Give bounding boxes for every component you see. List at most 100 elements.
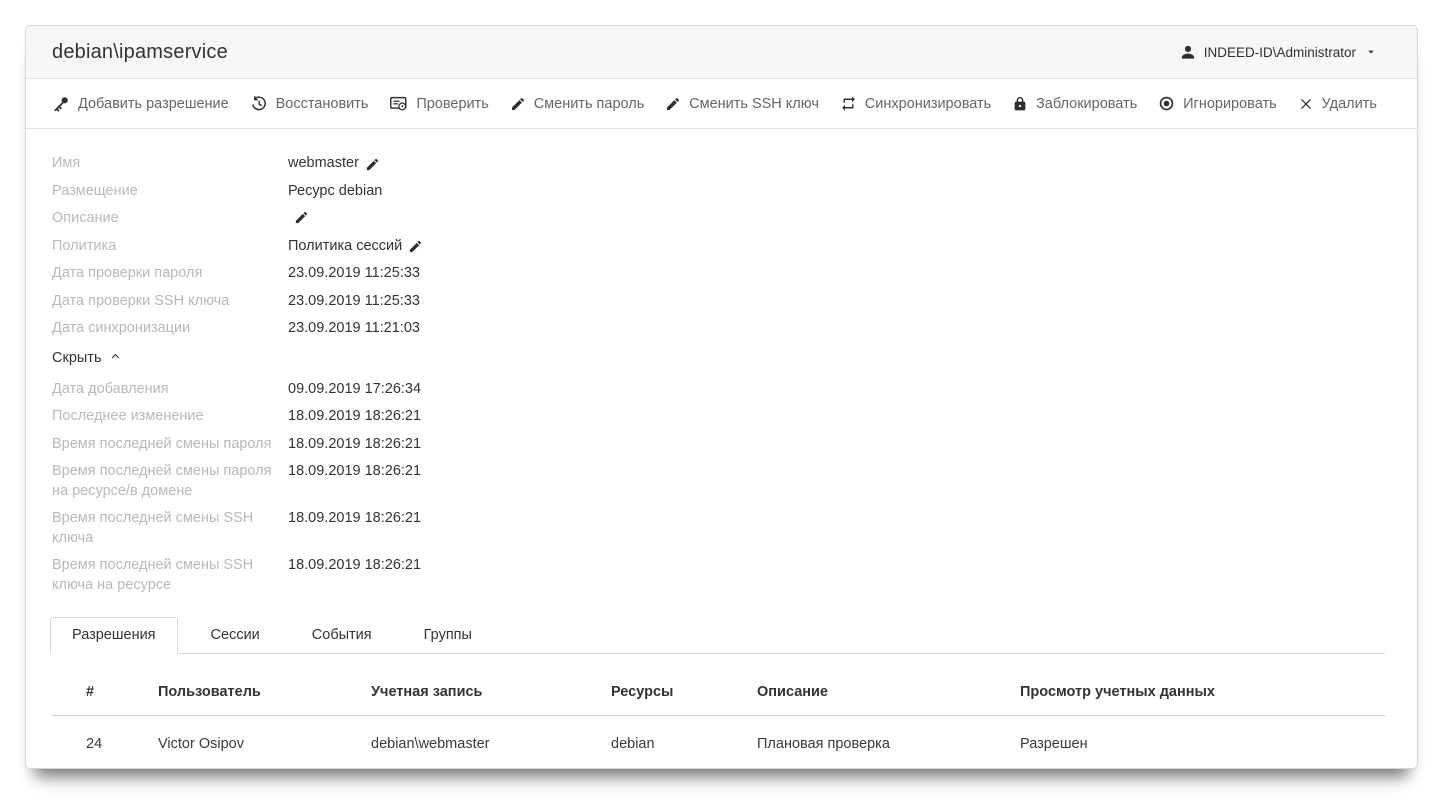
field-label: Последнее изменение (52, 407, 288, 427)
change-password-label: Сменить пароль (534, 96, 645, 112)
tab-sessions[interactable]: Сессии (192, 618, 279, 653)
field-label: Время последней смены SSH ключа на ресур… (52, 556, 288, 595)
added-date-value: 09.09.2019 17:26:34 (288, 380, 421, 400)
ssh-check-date-value: 23.09.2019 11:25:33 (288, 292, 420, 312)
delete-icon (1298, 96, 1314, 112)
ignore-button[interactable]: Игнорировать (1158, 95, 1277, 112)
pencil-icon (510, 96, 526, 112)
change-ssh-key-label: Сменить SSH ключ (689, 96, 819, 112)
field-value (288, 209, 309, 225)
user-menu[interactable]: INDEED-ID\Administrator (1179, 43, 1377, 61)
field-last-password-change-resource: Время последней смены пароля на ресурсе/… (52, 462, 1391, 501)
verify-label: Проверить (416, 96, 489, 112)
column-header-credentials-view: Просмотр учетных данных (1020, 672, 1385, 716)
delete-button[interactable]: Удалить (1298, 96, 1377, 112)
toolbar: Добавить разрешение Восстановить Провери… (26, 79, 1417, 129)
field-label: Описание (52, 209, 288, 229)
field-ssh-check-date: Дата проверки SSH ключа 23.09.2019 11:25… (52, 292, 1391, 312)
tab-permissions[interactable]: Разрешения (50, 617, 178, 654)
last-modified-value: 18.09.2019 18:26:21 (288, 407, 421, 427)
field-value: 18.09.2019 18:26:21 (288, 556, 421, 576)
verify-icon (389, 94, 408, 113)
field-sync-date: Дата синхронизации 23.09.2019 11:21:03 (52, 319, 1391, 339)
key-icon (52, 95, 70, 113)
verify-button[interactable]: Проверить (389, 94, 489, 113)
delete-label: Удалить (1322, 96, 1377, 112)
column-header-resources: Ресурсы (611, 672, 757, 716)
card-header: debian\ipamservice INDEED-ID\Administrat… (26, 26, 1417, 79)
account-detail-card: debian\ipamservice INDEED-ID\Administrat… (25, 25, 1418, 769)
field-value: 18.09.2019 18:26:21 (288, 435, 421, 455)
field-label: Дата добавления (52, 380, 288, 400)
field-label: Время последней смены пароля (52, 435, 288, 455)
sync-date-value: 23.09.2019 11:21:03 (288, 319, 420, 339)
field-label: Размещение (52, 182, 288, 202)
restore-label: Восстановить (276, 96, 369, 112)
field-description: Описание (52, 209, 1391, 229)
user-icon (1179, 43, 1197, 61)
column-header-number: # (52, 672, 158, 716)
cell-resources: debian (611, 716, 757, 771)
field-label: Дата проверки SSH ключа (52, 292, 288, 312)
block-button[interactable]: Заблокировать (1012, 96, 1137, 112)
add-permission-label: Добавить разрешение (78, 96, 229, 112)
cell-credentials-view: Разрешен (1020, 716, 1385, 771)
caret-down-icon (1365, 46, 1377, 58)
last-password-change-value: 18.09.2019 18:26:21 (288, 435, 421, 455)
edit-name-icon[interactable] (365, 157, 380, 172)
placement-value: Ресурс debian (288, 182, 382, 202)
tab-events[interactable]: События (293, 618, 391, 653)
field-label: Время последней смены SSH ключа (52, 509, 288, 548)
field-value: Политика сессий (288, 237, 423, 257)
edit-description-icon[interactable] (294, 210, 309, 225)
field-value: 23.09.2019 11:25:33 (288, 264, 420, 284)
field-name: Имя webmaster (52, 154, 1391, 174)
field-added-date: Дата добавления 09.09.2019 17:26:34 (52, 380, 1391, 400)
password-check-date-value: 23.09.2019 11:25:33 (288, 264, 420, 284)
ignore-icon (1158, 95, 1175, 112)
table-row[interactable]: 24 Victor Osipov debian\webmaster debian… (52, 716, 1385, 771)
hide-details-toggle[interactable]: Скрыть (52, 350, 122, 367)
restore-button[interactable]: Восстановить (250, 95, 369, 113)
chevron-up-icon (109, 350, 122, 367)
column-header-account: Учетная запись (371, 672, 611, 716)
table-header-row: # Пользователь Учетная запись Ресурсы Оп… (52, 672, 1385, 716)
field-label: Время последней смены пароля на ресурсе/… (52, 462, 288, 501)
edit-policy-icon[interactable] (408, 239, 423, 254)
field-label: Политика (52, 237, 288, 257)
field-value: 18.09.2019 18:26:21 (288, 509, 421, 529)
cell-account: debian\webmaster (371, 716, 611, 771)
cell-number: 24 (52, 716, 158, 771)
field-policy: Политика Политика сессий (52, 237, 1391, 257)
field-label: Дата синхронизации (52, 319, 288, 339)
field-last-password-change: Время последней смены пароля 18.09.2019 … (52, 435, 1391, 455)
add-permission-button[interactable]: Добавить разрешение (52, 95, 229, 113)
permissions-table: # Пользователь Учетная запись Ресурсы Оп… (52, 672, 1385, 770)
field-placement: Размещение Ресурс debian (52, 182, 1391, 202)
synchronize-button[interactable]: Синхронизировать (840, 95, 991, 112)
field-last-modified: Последнее изменение 18.09.2019 18:26:21 (52, 407, 1391, 427)
field-value: Ресурс debian (288, 182, 382, 202)
lock-icon (1012, 96, 1028, 112)
last-password-change-resource-value: 18.09.2019 18:26:21 (288, 462, 421, 482)
tab-groups[interactable]: Группы (405, 618, 491, 653)
field-value: webmaster (288, 154, 380, 174)
user-menu-label: INDEED-ID\Administrator (1204, 45, 1356, 60)
field-label: Имя (52, 154, 288, 174)
column-header-description: Описание (757, 672, 1020, 716)
block-label: Заблокировать (1036, 96, 1137, 112)
change-password-button[interactable]: Сменить пароль (510, 96, 645, 112)
name-value: webmaster (288, 154, 359, 174)
history-icon (250, 95, 268, 113)
pencil-icon (665, 96, 681, 112)
field-last-ssh-change: Время последней смены SSH ключа 18.09.20… (52, 509, 1391, 548)
field-value: 09.09.2019 17:26:34 (288, 380, 421, 400)
synchronize-label: Синхронизировать (865, 96, 991, 112)
hide-toggle-label: Скрыть (52, 350, 102, 366)
field-label: Дата проверки пароля (52, 264, 288, 284)
field-value: 18.09.2019 18:26:21 (288, 407, 421, 427)
column-header-user: Пользователь (158, 672, 371, 716)
change-ssh-key-button[interactable]: Сменить SSH ключ (665, 96, 819, 112)
field-last-ssh-change-resource: Время последней смены SSH ключа на ресур… (52, 556, 1391, 595)
account-properties: Имя webmaster Размещение Ресурс debian О… (26, 129, 1417, 595)
